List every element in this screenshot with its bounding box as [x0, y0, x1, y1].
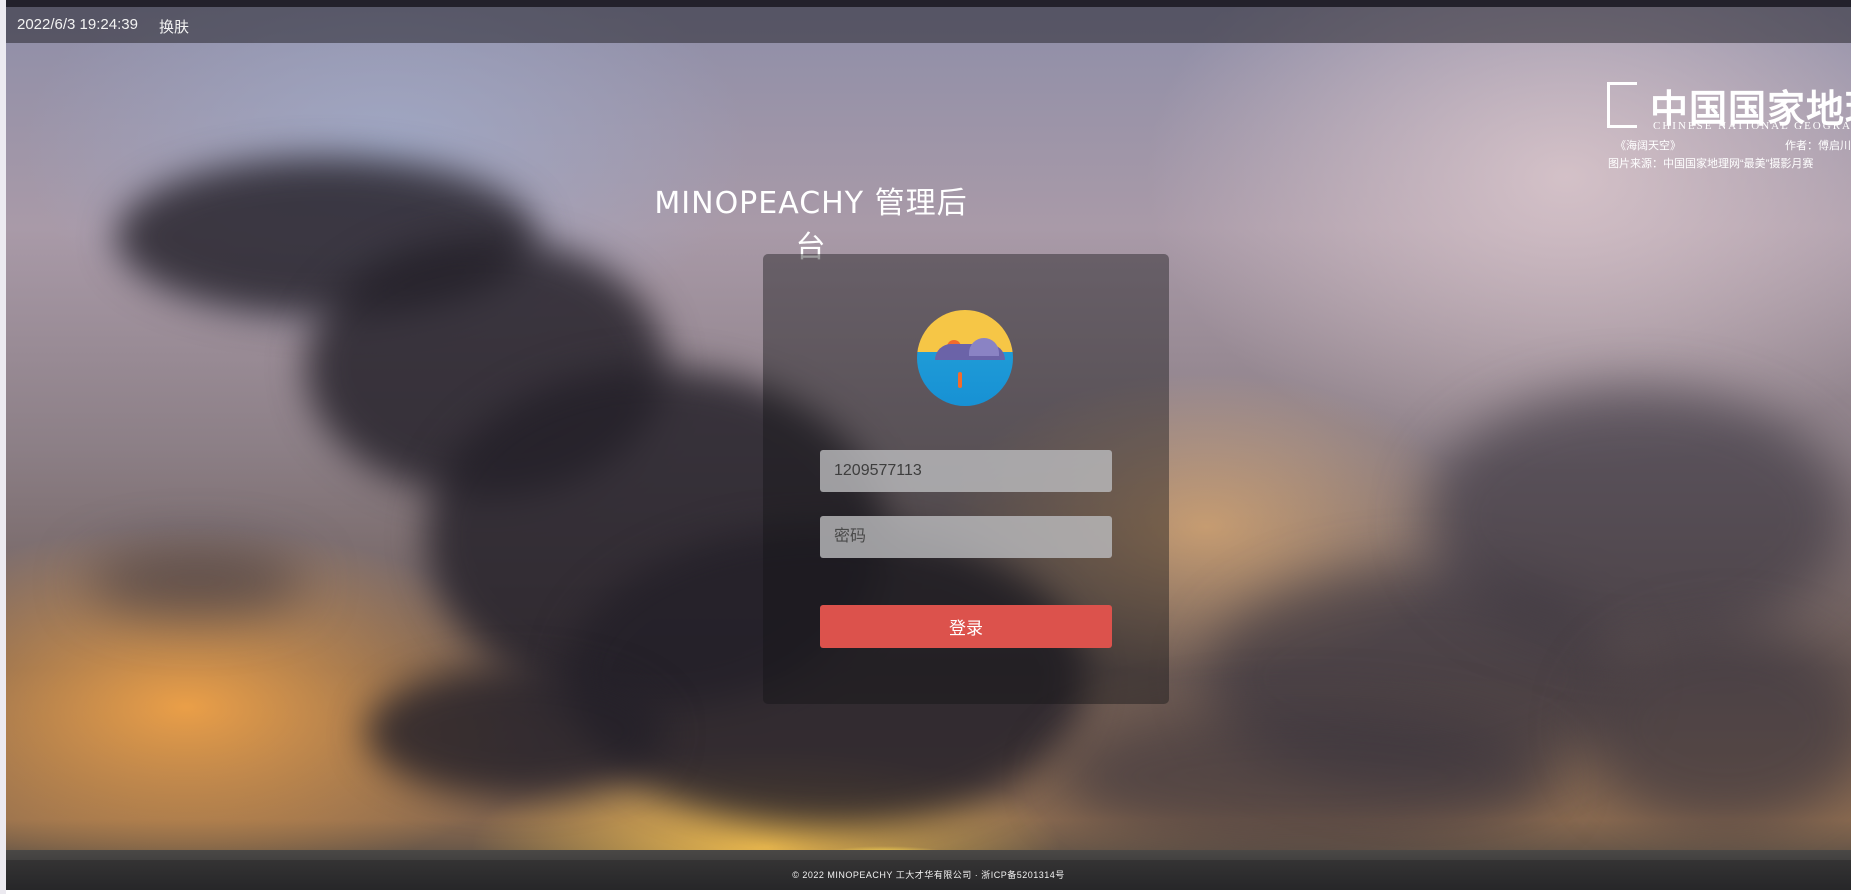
- login-button[interactable]: 登录: [820, 605, 1112, 648]
- top-rule: [6, 0, 1851, 7]
- username-input[interactable]: [820, 450, 1112, 492]
- page-title: MINOPEACHY 管理后台: [654, 186, 968, 265]
- cloud: [1056, 707, 1556, 847]
- cloud: [1426, 387, 1846, 647]
- password-input[interactable]: [820, 516, 1112, 558]
- browser-viewport: 2022/6/3 19:24:39 换肤 中国国家地理 CHINESE NATI…: [6, 0, 1851, 894]
- top-bar: 2022/6/3 19:24:39 换肤: [6, 7, 1851, 43]
- footer-copyright: © 2022 MINOPEACHY 工大才华有限公司 · 浙ICP备520131…: [6, 860, 1851, 890]
- change-skin-button[interactable]: 换肤: [159, 16, 189, 37]
- watermark-subtitle: CHINESE NATIONAL GEOGRAPHI: [1653, 120, 1851, 132]
- cloud: [86, 547, 306, 617]
- clock-text: 2022/6/3 19:24:39: [17, 16, 138, 33]
- logo-hills-peak: [969, 338, 999, 356]
- logo-boat: [958, 372, 962, 388]
- cloud: [366, 667, 666, 797]
- bottom-strip: [6, 890, 1851, 894]
- watermark-work-title: 《海阔天空》: [1615, 140, 1681, 152]
- watermark-author: 作者：傅启川: [1785, 140, 1851, 152]
- watermark-source: 图片来源：中国国家地理网“最美”摄影月赛: [1608, 158, 1814, 170]
- watermark-logo-frame: [1607, 82, 1637, 128]
- cloud: [1586, 627, 1851, 827]
- login-panel: 登录: [763, 254, 1169, 704]
- avatar-logo: [917, 310, 1013, 406]
